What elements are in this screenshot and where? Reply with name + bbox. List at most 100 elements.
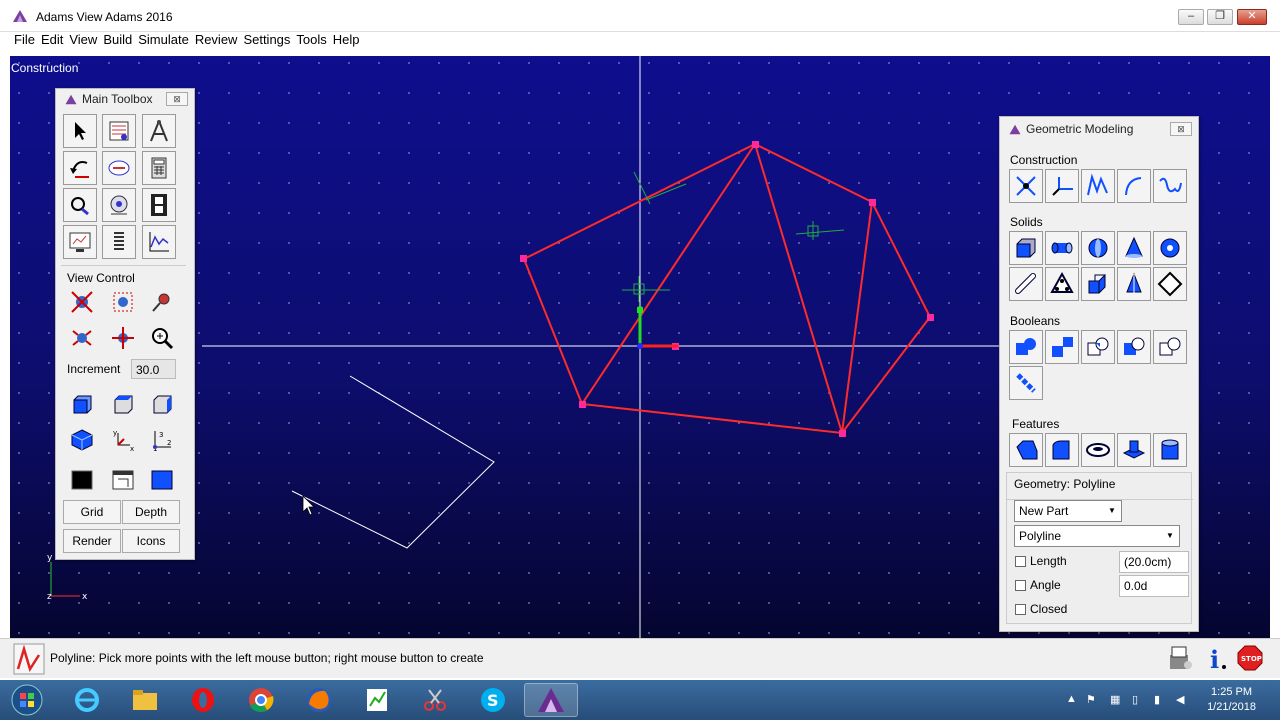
flag-icon[interactable]: ⚑	[1086, 693, 1096, 706]
background-color-button[interactable]	[65, 463, 99, 497]
geometric-modeling-titlebar[interactable]: Geometric Modeling ⊠	[1000, 117, 1198, 141]
cylinder-tool-button[interactable]	[1045, 231, 1079, 265]
taskbar-file-explorer[interactable]	[120, 683, 170, 717]
taskbar-chrome[interactable]	[236, 683, 286, 717]
taskbar-snipping-tool[interactable]	[410, 683, 460, 717]
grid-button[interactable]: Grid	[63, 500, 121, 524]
status-tool-icon[interactable]	[13, 643, 45, 675]
marker-tool-button[interactable]	[1045, 169, 1079, 203]
increment-field[interactable]: 30.0	[131, 359, 176, 379]
menu-edit[interactable]: Edit	[38, 32, 66, 48]
shading-button[interactable]	[145, 463, 179, 497]
stop-icon[interactable]: STOP	[1236, 644, 1264, 672]
main-toolbox-titlebar[interactable]: Main Toolbox ⊠	[56, 89, 194, 109]
top-view-button[interactable]	[106, 387, 140, 421]
motion-button[interactable]	[102, 188, 136, 222]
security-icon[interactable]: ▦	[1110, 693, 1120, 706]
length-field[interactable]: (20.0cm)	[1119, 551, 1189, 573]
boss-button[interactable]	[1117, 433, 1151, 467]
cut-button[interactable]	[1117, 330, 1151, 364]
geometric-modeling-button[interactable]	[142, 114, 176, 148]
polyline-tool-button[interactable]	[1081, 169, 1115, 203]
menu-view[interactable]: View	[66, 32, 100, 48]
geometric-modeling-close-button[interactable]: ⊠	[1170, 122, 1192, 136]
view-layout-button[interactable]: 312	[145, 423, 179, 457]
taskbar-adams-view[interactable]	[524, 683, 578, 717]
geometry-type-select[interactable]: Polyline ▼	[1014, 525, 1180, 547]
split-button[interactable]	[1153, 330, 1187, 364]
menu-build[interactable]: Build	[100, 32, 135, 48]
undo-button[interactable]	[63, 151, 97, 185]
animation-button[interactable]	[142, 188, 176, 222]
battery-icon[interactable]: ▯	[1132, 693, 1138, 706]
spring-button[interactable]	[102, 225, 136, 259]
menu-help[interactable]: Help	[330, 32, 363, 48]
sphere-tool-button[interactable]	[1081, 231, 1115, 265]
render-button[interactable]: Render	[63, 529, 121, 553]
minimize-button[interactable]: –	[1178, 9, 1204, 25]
postprocessor-button[interactable]	[63, 225, 97, 259]
angle-field[interactable]: 0.0d	[1119, 575, 1189, 597]
menu-file[interactable]: File	[11, 32, 38, 48]
taskbar-skype[interactable]: S	[468, 683, 518, 717]
point-tool-button[interactable]	[1009, 169, 1043, 203]
taskbar-firefox[interactable]	[294, 683, 344, 717]
spline-tool-button[interactable]	[1153, 169, 1187, 203]
part-library-button[interactable]	[102, 114, 136, 148]
network-icon[interactable]: ▮	[1154, 693, 1160, 706]
plate-tool-button[interactable]	[1045, 267, 1079, 301]
plane-tool-button[interactable]	[1153, 267, 1187, 301]
menu-review[interactable]: Review	[192, 32, 241, 48]
closed-checkbox[interactable]	[1015, 604, 1026, 615]
part-select[interactable]: New Part ▼	[1014, 500, 1122, 522]
box-tool-button[interactable]	[1009, 231, 1043, 265]
calculator-button[interactable]	[142, 151, 176, 185]
close-button[interactable]: ✕	[1237, 9, 1267, 25]
chain-button[interactable]	[1009, 366, 1043, 400]
hollow-button[interactable]	[1153, 433, 1187, 467]
zoom-box-button[interactable]	[106, 285, 140, 319]
message-window-icon[interactable]	[1166, 643, 1196, 673]
unite-button[interactable]	[1009, 330, 1043, 364]
start-button[interactable]	[4, 683, 50, 717]
angle-checkbox[interactable]	[1015, 580, 1026, 591]
forces-button[interactable]	[102, 151, 136, 185]
depth-button[interactable]: Depth	[122, 500, 180, 524]
arc-tool-button[interactable]	[1117, 169, 1151, 203]
info-icon[interactable]: i	[1202, 643, 1232, 673]
extrusion-tool-button[interactable]	[1081, 267, 1115, 301]
length-checkbox[interactable]	[1015, 556, 1026, 567]
front-view-button[interactable]	[65, 387, 99, 421]
main-toolbox-close-button[interactable]: ⊠	[166, 92, 188, 106]
revolution-tool-button[interactable]	[1117, 267, 1151, 301]
intersect-button[interactable]	[1081, 330, 1115, 364]
taskbar-internet-explorer[interactable]	[62, 683, 112, 717]
torus-tool-button[interactable]	[1153, 231, 1187, 265]
plot-button[interactable]	[142, 225, 176, 259]
volume-icon[interactable]: ◀	[1176, 693, 1184, 706]
chamfer-button[interactable]	[1009, 433, 1043, 467]
menu-settings[interactable]: Settings	[240, 32, 293, 48]
merge-button[interactable]	[1045, 330, 1079, 364]
restore-button[interactable]: ❐	[1207, 9, 1233, 25]
frustum-tool-button[interactable]	[1117, 231, 1151, 265]
joints-button[interactable]	[63, 188, 97, 222]
triad-view-button[interactable]: yx	[106, 423, 140, 457]
center-view-button[interactable]	[145, 285, 179, 319]
taskbar-clock[interactable]: 1:25 PM 1/21/2018	[1207, 685, 1256, 715]
taskbar-chart-app[interactable]	[352, 683, 402, 717]
taskbar-opera[interactable]	[178, 683, 228, 717]
link-tool-button[interactable]	[1009, 267, 1043, 301]
zoom-fit-button[interactable]	[65, 285, 99, 319]
rotate-view-button[interactable]	[65, 321, 99, 355]
side-view-button[interactable]	[145, 387, 179, 421]
hole-button[interactable]	[1081, 433, 1115, 467]
fillet-button[interactable]	[1045, 433, 1079, 467]
select-tool-button[interactable]	[63, 114, 97, 148]
menu-tools[interactable]: Tools	[293, 32, 329, 48]
translate-view-button[interactable]	[106, 321, 140, 355]
show-hidden-icons[interactable]: ▲	[1066, 693, 1077, 705]
icons-button[interactable]: Icons	[122, 529, 180, 553]
zoom-button[interactable]	[145, 321, 179, 355]
menu-simulate[interactable]: Simulate	[135, 32, 192, 48]
